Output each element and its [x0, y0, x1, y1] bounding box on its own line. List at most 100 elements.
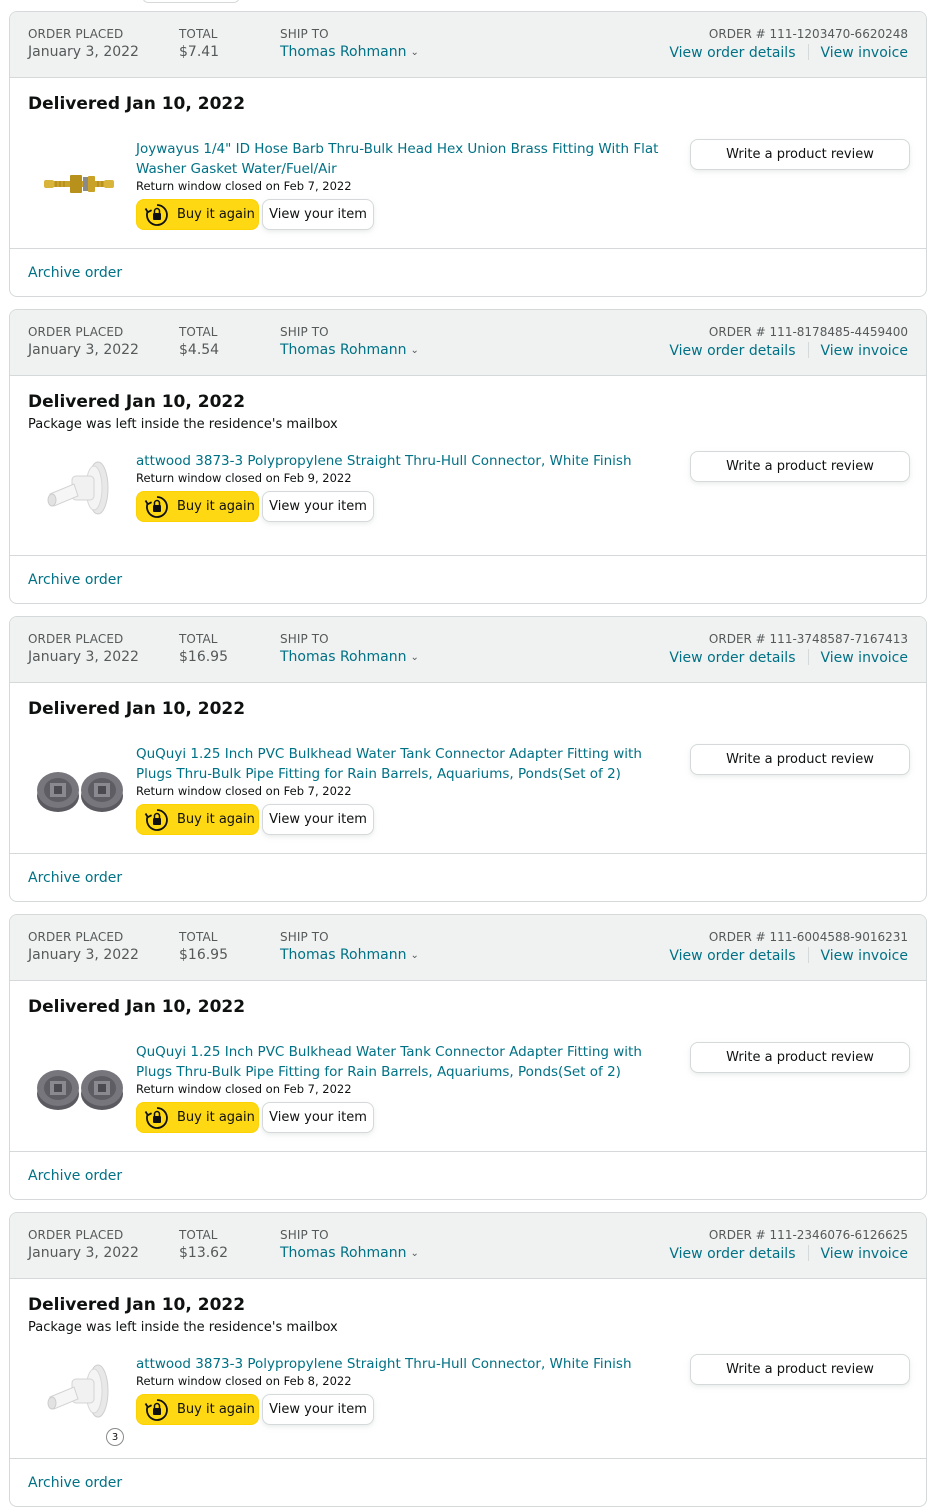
- order-date: January 3, 2022: [28, 44, 139, 60]
- order-footer: Archive order: [10, 1151, 926, 1199]
- view-order-details-link[interactable]: View order details: [669, 650, 795, 666]
- write-review-label: Write a product review: [726, 147, 874, 162]
- view-your-item-button[interactable]: View your item: [262, 491, 374, 522]
- order-card: ORDER PLACED January 3, 2022 TOTAL $7.41…: [9, 11, 927, 297]
- product-title-link[interactable]: QuQuyi 1.25 Inch PVC Bulkhead Water Tank…: [136, 1042, 666, 1082]
- view-your-item-button[interactable]: View your item: [262, 199, 374, 230]
- order-total: $16.95: [179, 947, 228, 963]
- view-order-details-link[interactable]: View order details: [669, 45, 795, 61]
- product-title-link[interactable]: QuQuyi 1.25 Inch PVC Bulkhead Water Tank…: [136, 744, 666, 784]
- order-total: $13.62: [179, 1245, 228, 1261]
- chevron-down-icon: ⌄: [410, 950, 419, 961]
- order-number: ORDER # 111-3748587-7167413: [708, 632, 908, 646]
- ship-to-name: Thomas Rohmann: [280, 1245, 407, 1261]
- archive-order-link[interactable]: Archive order: [28, 1475, 122, 1491]
- product-image[interactable]: [30, 442, 128, 540]
- ship-to-dropdown[interactable]: Thomas Rohmann ⌄: [280, 649, 419, 665]
- ship-to-label: SHIP TO: [280, 632, 329, 646]
- order-card: ORDER PLACED January 3, 2022 TOTAL $16.9…: [9, 616, 927, 902]
- buy-again-icon: [144, 807, 170, 833]
- link-divider: [807, 44, 809, 60]
- return-window-text: Return window closed on Feb 9, 2022: [136, 471, 352, 485]
- view-invoice-link[interactable]: View invoice: [821, 650, 909, 666]
- ship-to-dropdown[interactable]: Thomas Rohmann ⌄: [280, 947, 419, 963]
- quantity-badge: 3: [106, 1428, 124, 1446]
- order-header: ORDER PLACED January 3, 2022 TOTAL $13.6…: [10, 1213, 926, 1279]
- order-header-links: View order details View invoice: [669, 649, 908, 666]
- product-image[interactable]: [30, 1038, 128, 1136]
- buy-it-again-button[interactable]: Buy it again: [136, 1394, 259, 1425]
- return-window-text: Return window closed on Feb 7, 2022: [136, 179, 352, 193]
- buy-it-again-button[interactable]: Buy it again: [136, 1102, 259, 1133]
- view-your-item-label: View your item: [269, 499, 367, 514]
- archive-order-link[interactable]: Archive order: [28, 870, 122, 886]
- order-placed-label: ORDER PLACED: [28, 632, 124, 646]
- ship-to-label: SHIP TO: [280, 930, 329, 944]
- write-review-button[interactable]: Write a product review: [690, 1042, 910, 1073]
- link-divider: [807, 1245, 809, 1261]
- order-header: ORDER PLACED January 3, 2022 TOTAL $7.41…: [10, 12, 926, 78]
- ship-to-dropdown[interactable]: Thomas Rohmann ⌄: [280, 44, 419, 60]
- buy-it-again-label: Buy it again: [177, 207, 255, 222]
- buy-again-icon: [144, 1397, 170, 1423]
- write-review-button[interactable]: Write a product review: [690, 744, 910, 775]
- buy-it-again-button[interactable]: Buy it again: [136, 804, 259, 835]
- view-invoice-link[interactable]: View invoice: [821, 45, 909, 61]
- buy-again-icon: [144, 1105, 170, 1131]
- buy-it-again-label: Buy it again: [177, 1402, 255, 1417]
- delivery-note: Package was left inside the residence's …: [28, 417, 338, 432]
- view-order-details-link[interactable]: View order details: [669, 1246, 795, 1262]
- archive-order-link[interactable]: Archive order: [28, 1168, 122, 1184]
- order-header: ORDER PLACED January 3, 2022 TOTAL $4.54…: [10, 310, 926, 376]
- write-review-button[interactable]: Write a product review: [690, 451, 910, 482]
- ship-to-dropdown[interactable]: Thomas Rohmann ⌄: [280, 1245, 419, 1261]
- order-placed-label: ORDER PLACED: [28, 1228, 124, 1242]
- view-your-item-label: View your item: [269, 812, 367, 827]
- order-total: $16.95: [179, 649, 228, 665]
- view-your-item-button[interactable]: View your item: [262, 1394, 374, 1425]
- order-footer: Archive order: [10, 248, 926, 296]
- ship-to-name: Thomas Rohmann: [280, 44, 407, 60]
- product-title-link[interactable]: attwood 3873-3 Polypropylene Straight Th…: [136, 451, 666, 471]
- order-number: ORDER # 111-1203470-6620248: [708, 27, 908, 41]
- total-label: TOTAL: [179, 325, 218, 339]
- return-window-text: Return window closed on Feb 7, 2022: [136, 1082, 352, 1096]
- order-header-links: View order details View invoice: [669, 342, 908, 359]
- order-footer: Archive order: [10, 1458, 926, 1506]
- order-number: ORDER # 111-2346076-6126625: [708, 1228, 908, 1242]
- order-header-links: View order details View invoice: [669, 44, 908, 61]
- view-invoice-link[interactable]: View invoice: [821, 343, 909, 359]
- view-invoice-link[interactable]: View invoice: [821, 948, 909, 964]
- order-placed-label: ORDER PLACED: [28, 27, 124, 41]
- view-order-details-link[interactable]: View order details: [669, 343, 795, 359]
- buy-it-again-button[interactable]: Buy it again: [136, 491, 259, 522]
- view-invoice-link[interactable]: View invoice: [821, 1246, 909, 1262]
- product-title-link[interactable]: attwood 3873-3 Polypropylene Straight Th…: [136, 1354, 666, 1374]
- order-date: January 3, 2022: [28, 947, 139, 963]
- order-date: January 3, 2022: [28, 342, 139, 358]
- view-your-item-button[interactable]: View your item: [262, 1102, 374, 1133]
- ship-to-dropdown[interactable]: Thomas Rohmann ⌄: [280, 342, 419, 358]
- order-date: January 3, 2022: [28, 649, 139, 665]
- view-order-details-link[interactable]: View order details: [669, 948, 795, 964]
- product-title-link[interactable]: Joywayus 1/4" ID Hose Barb Thru-Bulk Hea…: [136, 139, 666, 179]
- buy-it-again-button[interactable]: Buy it again: [136, 199, 259, 230]
- ship-to-name: Thomas Rohmann: [280, 342, 407, 358]
- ship-to-label: SHIP TO: [280, 27, 329, 41]
- buy-again-icon: [144, 494, 170, 520]
- write-review-button[interactable]: Write a product review: [690, 139, 910, 170]
- link-divider: [807, 649, 809, 665]
- write-review-button[interactable]: Write a product review: [690, 1354, 910, 1385]
- view-your-item-button[interactable]: View your item: [262, 804, 374, 835]
- archive-order-link[interactable]: Archive order: [28, 265, 122, 281]
- buy-again-icon: [144, 202, 170, 228]
- buy-it-again-label: Buy it again: [177, 499, 255, 514]
- order-card: ORDER PLACED January 3, 2022 TOTAL $4.54…: [9, 309, 927, 604]
- archive-order-link[interactable]: Archive order: [28, 572, 122, 588]
- write-review-label: Write a product review: [726, 1362, 874, 1377]
- delivery-note: Package was left inside the residence's …: [28, 1320, 338, 1335]
- previous-card-edge: [142, 0, 240, 3]
- product-image[interactable]: [30, 740, 128, 838]
- product-image[interactable]: [30, 135, 128, 233]
- return-window-text: Return window closed on Feb 7, 2022: [136, 784, 352, 798]
